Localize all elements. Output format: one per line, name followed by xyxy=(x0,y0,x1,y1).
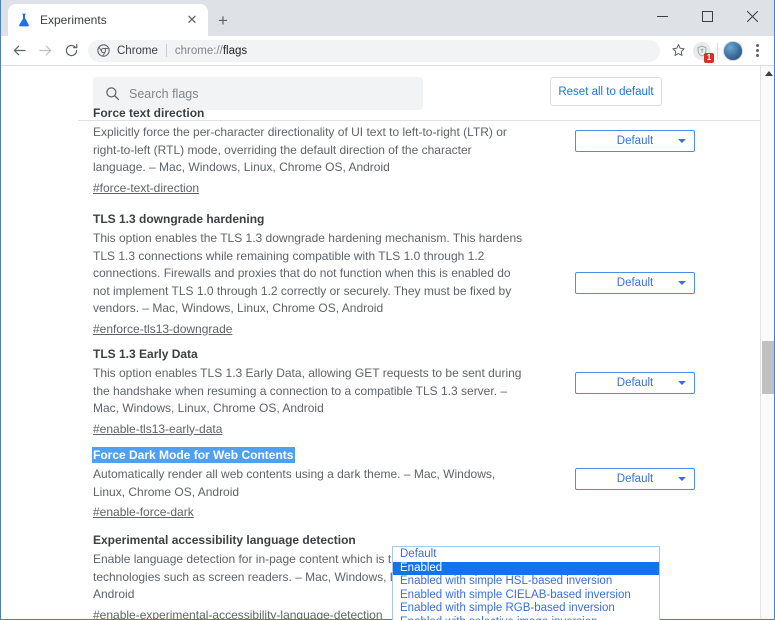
browser-window: Experiments ✕ + Chrome chrome://flags 1 … xyxy=(0,0,775,620)
dropdown-option[interactable]: Enabled with simple HSL-based inversion xyxy=(393,575,659,589)
flag-description: This option enables the TLS 1.3 downgrad… xyxy=(93,231,523,315)
minimize-button[interactable] xyxy=(640,0,685,32)
extension-shield-icon: 1 xyxy=(693,41,714,63)
flag-select[interactable]: Default xyxy=(575,130,695,152)
bookmark-star-icon[interactable] xyxy=(666,39,690,63)
flag-select[interactable]: Default xyxy=(575,272,695,294)
flag-select-value: Default xyxy=(616,277,654,289)
flag-select[interactable]: Default xyxy=(575,372,695,394)
flag-text: Force Dark Mode for Web Contents Automat… xyxy=(93,446,525,521)
extension-badge-count: 1 xyxy=(704,52,714,63)
flag-anchor-link[interactable]: #enable-force-dark xyxy=(93,505,194,519)
extension-icon[interactable]: 1 xyxy=(690,39,714,63)
omnibox-url: chrome://flags xyxy=(175,45,247,57)
flag-anchor-link[interactable]: #force-text-direction xyxy=(93,181,199,195)
tab-experiments[interactable]: Experiments ✕ xyxy=(8,4,208,36)
flag-title: TLS 1.3 Early Data xyxy=(93,347,198,361)
search-icon xyxy=(106,87,120,101)
flag-anchor-link[interactable]: #enforce-tls13-downgrade xyxy=(93,322,232,336)
dropdown-option[interactable]: Enabled with simple RGB-based inversion xyxy=(393,602,659,616)
forward-button[interactable] xyxy=(32,38,58,64)
flag-title: Force Dark Mode for Web Contents xyxy=(93,447,294,463)
flag-select-value: Default xyxy=(616,377,654,389)
omnibox-url-path: flags xyxy=(222,44,248,57)
chevron-down-icon xyxy=(678,281,686,285)
reset-all-to-default-button[interactable]: Reset all to default xyxy=(550,77,662,106)
tab-strip: Experiments ✕ + xyxy=(0,0,775,36)
flags-page: Reset all to default Force text directio… xyxy=(0,66,760,620)
dropdown-option-selected[interactable]: Enabled xyxy=(393,561,659,575)
flag-text: TLS 1.3 Early Data This option enables T… xyxy=(93,345,525,438)
flag-title: TLS 1.3 downgrade hardening xyxy=(93,212,265,226)
flag-entry: TLS 1.3 Early Data This option enables T… xyxy=(93,345,695,446)
tab-title: Experiments xyxy=(40,13,107,27)
profile-avatar[interactable] xyxy=(721,39,745,63)
scrollbar-thumb[interactable] xyxy=(762,341,775,394)
dropdown-option[interactable]: Enabled with simple CIELAB-based inversi… xyxy=(393,589,659,603)
back-button[interactable] xyxy=(6,38,32,64)
flag-anchor-link[interactable]: #enable-experimental-accessibility-langu… xyxy=(93,608,383,620)
flag-entry: TLS 1.3 downgrade hardening This option … xyxy=(93,210,695,345)
reload-button[interactable] xyxy=(58,38,84,64)
tab-close-icon[interactable]: ✕ xyxy=(184,12,200,28)
force-dark-mode-dropdown[interactable]: Default Enabled Enabled with simple HSL-… xyxy=(392,546,660,620)
flag-select-value: Default xyxy=(616,473,654,485)
dropdown-option[interactable]: Enabled with selective image inversion xyxy=(393,616,659,620)
flag-title: Experimental accessibility language dete… xyxy=(93,533,356,547)
omnibox-separator xyxy=(165,44,167,57)
flag-entry: Force text direction Explicitly force th… xyxy=(93,104,695,210)
avatar xyxy=(723,40,743,61)
new-tab-button[interactable]: + xyxy=(212,10,234,32)
flag-anchor-link[interactable]: #enable-tls13-early-data xyxy=(93,422,222,436)
scroll-up-arrow-icon[interactable] xyxy=(761,66,775,81)
chevron-down-icon xyxy=(678,139,686,143)
omnibox-site-label: Chrome xyxy=(117,44,158,57)
chrome-logo-icon xyxy=(97,44,110,57)
toolbar-divider xyxy=(717,42,718,59)
dropdown-option[interactable]: Default xyxy=(393,548,659,562)
page-viewport: Reset all to default Force text directio… xyxy=(0,66,775,620)
flag-select-value: Default xyxy=(616,135,654,147)
flag-description: Explicitly force the per-character direc… xyxy=(93,125,507,174)
close-button[interactable] xyxy=(730,0,775,32)
omnibox-url-scheme: chrome:// xyxy=(174,44,223,57)
flag-text: TLS 1.3 downgrade hardening This option … xyxy=(93,210,525,338)
flag-description: Automatically render all web contents us… xyxy=(93,467,496,499)
three-dot-icon xyxy=(755,44,759,57)
chrome-menu-button[interactable] xyxy=(745,39,769,63)
chevron-down-icon xyxy=(678,477,686,481)
flag-description: This option enables TLS 1.3 Early Data, … xyxy=(93,366,522,415)
flags-list: Force text direction Explicitly force th… xyxy=(93,104,695,620)
flag-entry: Force Dark Mode for Web Contents Automat… xyxy=(93,446,695,531)
address-bar[interactable]: Chrome chrome://flags xyxy=(88,39,660,62)
flask-icon xyxy=(19,13,29,27)
maximize-button[interactable] xyxy=(685,0,730,32)
chevron-down-icon xyxy=(678,381,686,385)
flag-text: Force text direction Explicitly force th… xyxy=(93,104,525,197)
search-input[interactable] xyxy=(129,86,411,101)
window-controls xyxy=(640,0,775,32)
flag-title: Force text direction xyxy=(93,106,205,120)
browser-toolbar: Chrome chrome://flags 1 xyxy=(0,36,775,66)
flag-select-open[interactable]: Default xyxy=(575,468,695,490)
page-scrollbar[interactable] xyxy=(760,66,775,620)
